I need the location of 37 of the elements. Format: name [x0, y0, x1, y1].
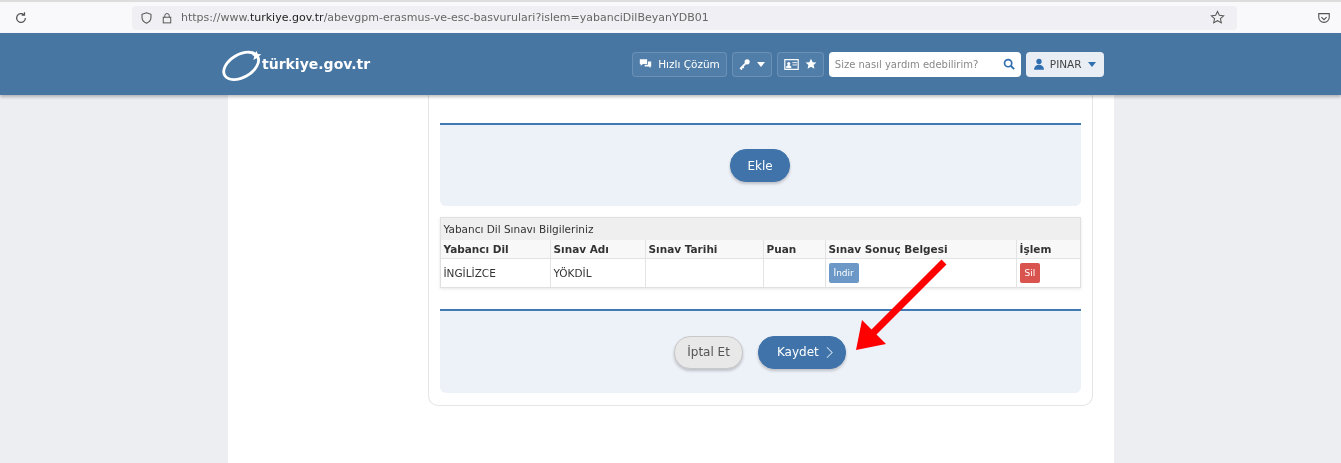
site-logo-text[interactable]: türkiye.gov.tr	[262, 56, 371, 72]
key-menu-button[interactable]	[731, 51, 772, 77]
save-button[interactable]: Kaydet	[757, 335, 846, 369]
column-header: Sınav Adı	[550, 240, 645, 259]
key-icon	[738, 58, 751, 70]
column-header: Sınav Tarihi	[645, 240, 763, 259]
table-title: Yabancı Dil Sınavı Bilgileriniz	[440, 218, 1080, 240]
table-cell: İNGİLİZCE	[440, 258, 550, 287]
cancel-button[interactable]: İptal Et	[674, 335, 743, 369]
address-bar[interactable]: https://www.turkiye.gov.tr/abevgpm-erasmus-ve-esc-basvurulari?islem=yabanciDilBeyanYDB01	[132, 5, 1237, 30]
star-icon	[804, 58, 817, 70]
chevron-right-icon	[825, 345, 833, 359]
column-header: Yabancı Dil	[440, 240, 550, 259]
column-header: Sınav Sonuç Belgesi	[825, 240, 1016, 259]
person-icon	[1033, 58, 1044, 70]
reload-icon[interactable]	[14, 10, 28, 25]
download-button[interactable]: İndir	[828, 263, 859, 283]
lock-icon	[161, 10, 173, 25]
shield-icon[interactable]	[140, 10, 153, 25]
quick-solution-button[interactable]: Hızlı Çözüm	[632, 51, 727, 77]
pocket-icon[interactable]	[1317, 10, 1331, 25]
url-text: https://www.turkiye.gov.tr/abevgpm-erasmus-ve-esc-basvurulari?islem=yabanciDilBeyanYDB01	[181, 11, 709, 24]
star-icon[interactable]	[1210, 10, 1225, 25]
user-menu-button[interactable]: PINAR	[1025, 51, 1104, 77]
caret-icon	[756, 61, 765, 67]
table-cell: YÖKDİL	[550, 258, 645, 287]
search-button[interactable]	[1000, 51, 1021, 77]
search-icon	[1002, 58, 1015, 70]
id-card-icon	[783, 58, 799, 70]
delete-button[interactable]: Sil	[1019, 263, 1041, 283]
column-header: İşlem	[1016, 240, 1080, 259]
add-button[interactable]: Ekle	[730, 149, 790, 182]
caret-icon	[1087, 61, 1096, 67]
search-field[interactable]: Size nasıl yardım edebilirim?	[828, 51, 1001, 77]
column-header: Puan	[763, 240, 825, 259]
chat-bubbles-icon	[639, 58, 653, 70]
shortcuts-button[interactable]	[776, 51, 824, 77]
